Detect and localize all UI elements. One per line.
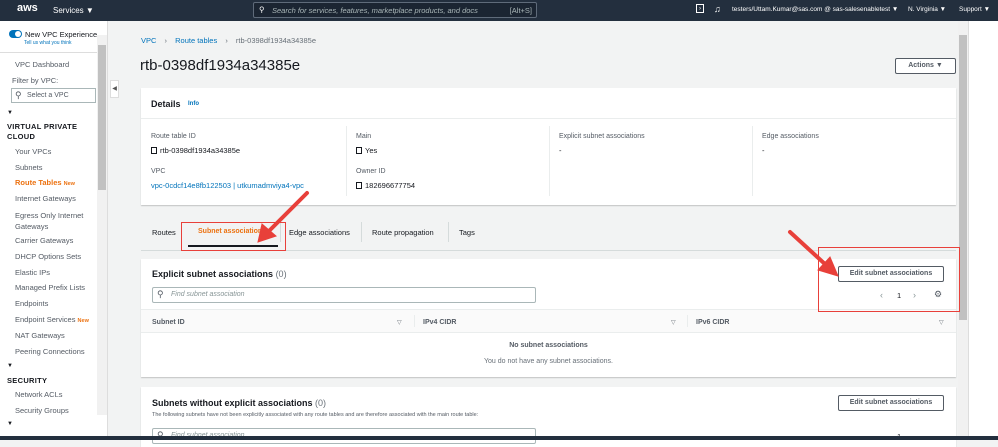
annotation-arrows xyxy=(257,191,839,277)
arrow-to-subnet-tab xyxy=(266,191,309,234)
arrow-to-edit-button xyxy=(788,230,828,267)
